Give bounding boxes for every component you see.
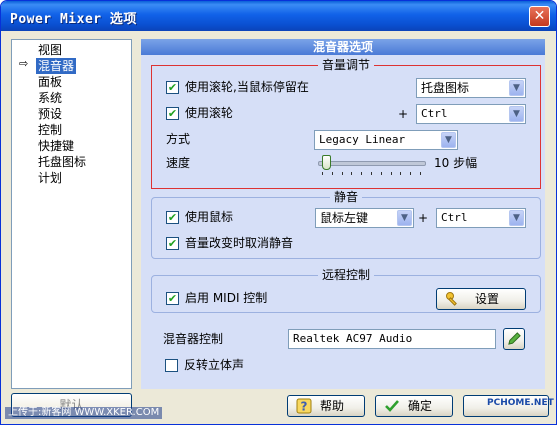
mute-group: 静音 ✔ 使用鼠标 鼠标左键 ▼ + Ctrl ▼ ✔ 音量改变时取消静音 xyxy=(151,190,541,259)
slider-tick xyxy=(400,172,402,175)
mouse-button-select[interactable]: 鼠标左键 ▼ xyxy=(315,208,414,228)
chevron-down-icon: ▼ xyxy=(441,132,456,148)
slider-tick xyxy=(322,172,323,175)
wheel-modifier-select[interactable]: Ctrl ▼ xyxy=(416,104,526,124)
wheel-checkbox[interactable]: ✔ xyxy=(166,107,179,120)
mouse-modifier-select[interactable]: Ctrl ▼ xyxy=(436,208,526,228)
mixer-control-field[interactable]: Realtek AC97 Audio xyxy=(288,329,496,349)
slider-tick xyxy=(371,172,372,175)
nav-item-hotkeys[interactable]: 快捷键 xyxy=(36,138,76,154)
nav-item-panel[interactable]: 面板 xyxy=(36,74,64,90)
midi-checkbox[interactable]: ✔ xyxy=(166,292,179,305)
volume-group-legend: 音量调节 xyxy=(317,58,374,72)
mode-label: 方式 xyxy=(166,132,191,146)
slider-tick xyxy=(420,172,421,175)
mixer-control-value: Realtek AC97 Audio xyxy=(293,332,413,345)
wheel-modifier-value: Ctrl xyxy=(421,107,448,120)
chevron-down-icon: ▼ xyxy=(509,80,524,96)
mute-group-legend: 静音 xyxy=(329,190,362,204)
wheel-hover-target-select[interactable]: 托盘图标 ▼ xyxy=(416,78,526,98)
slider-tick xyxy=(390,172,392,175)
wheel-hover-label: 使用滚轮,当鼠标停留在 xyxy=(185,80,309,94)
site-watermark: PCHOME.NET xyxy=(487,398,554,408)
nav-item-mixer[interactable]: 混音器 xyxy=(36,58,77,74)
slider-tick xyxy=(331,172,333,175)
nav-item-system[interactable]: 系统 xyxy=(36,90,64,106)
volume-group: 音量调节 ✔ 使用滚轮,当鼠标停留在 托盘图标 ▼ ✔ 使用滚轮 + Ctrl … xyxy=(151,58,541,189)
panel-title: 混音器选项 xyxy=(141,39,545,55)
slider-tick xyxy=(361,172,363,175)
plus-sign: + xyxy=(398,107,409,121)
unmute-on-change-checkbox[interactable]: ✔ xyxy=(166,237,179,250)
window-title: Power Mixer 选项 xyxy=(10,12,137,27)
wheel-hover-target-value: 托盘图标 xyxy=(421,81,470,95)
unmute-on-change-label: 音量改变时取消静音 xyxy=(185,236,294,250)
reverse-stereo-label: 反转立体声 xyxy=(184,358,245,372)
chevron-down-icon: ▼ xyxy=(397,210,412,226)
edit-mixer-button[interactable] xyxy=(503,328,525,350)
ok-button[interactable]: 确定 xyxy=(375,395,453,417)
speed-slider-track[interactable] xyxy=(318,161,426,166)
mouse-button-value: 鼠标左键 xyxy=(320,211,369,225)
help-button[interactable]: ? 帮助 xyxy=(287,395,365,417)
slider-tick xyxy=(341,172,343,175)
speed-label: 速度 xyxy=(166,156,191,170)
close-button[interactable]: ✕ xyxy=(529,6,550,27)
nav-item-presets[interactable]: 预设 xyxy=(36,106,64,122)
upload-watermark: 上传于:新客网 WWW.XKER.COM xyxy=(5,407,163,419)
mouse-modifier-value: Ctrl xyxy=(441,211,468,224)
mouse-mute-label: 使用鼠标 xyxy=(185,210,234,224)
slider-tick xyxy=(410,172,412,175)
remote-group-legend: 远程控制 xyxy=(317,268,374,282)
slider-tick xyxy=(351,172,353,175)
wheel-label: 使用滚轮 xyxy=(185,106,234,120)
slider-tick xyxy=(380,172,382,175)
nav-item-schedule[interactable]: 计划 xyxy=(36,170,64,186)
plus-sign: + xyxy=(418,211,429,225)
speed-value: 10 步幅 xyxy=(434,156,478,170)
ok-label: 确定 xyxy=(407,399,432,413)
reverse-stereo-checkbox[interactable] xyxy=(165,359,178,372)
category-list[interactable]: ⇨ 视图 混音器 面板 系统 预设 控制 快捷键 托盘图标 计划 xyxy=(11,39,132,389)
mouse-mute-checkbox[interactable]: ✔ xyxy=(166,211,179,224)
options-window: Power Mixer 选项 ✕ ⇨ 视图 混音器 面板 系统 预设 控制 快捷… xyxy=(0,0,557,425)
selection-arrow-icon: ⇨ xyxy=(19,57,29,70)
mixer-control-label: 混音器控制 xyxy=(163,332,224,346)
pencil-icon xyxy=(508,332,521,345)
mode-value: Legacy Linear xyxy=(319,133,406,146)
settings-label: 设置 xyxy=(474,292,499,306)
mixer-options-panel: 音量调节 ✔ 使用滚轮,当鼠标停留在 托盘图标 ▼ ✔ 使用滚轮 + Ctrl … xyxy=(141,55,545,389)
settings-button[interactable]: 设置 xyxy=(436,288,526,310)
nav-item-view[interactable]: 视图 xyxy=(36,42,64,58)
title-bar[interactable]: Power Mixer 选项 ✕ xyxy=(1,1,556,31)
midi-label: 启用 MIDI 控制 xyxy=(185,291,268,305)
mode-select[interactable]: Legacy Linear ▼ xyxy=(314,130,458,150)
speed-slider-thumb[interactable] xyxy=(322,155,332,170)
nav-item-tray-icon[interactable]: 托盘图标 xyxy=(36,154,88,170)
remote-group: 远程控制 ✔ 启用 MIDI 控制 设置 xyxy=(151,268,541,313)
chevron-down-icon: ▼ xyxy=(509,106,524,122)
help-label: 帮助 xyxy=(319,399,344,413)
chevron-down-icon: ▼ xyxy=(509,210,524,226)
nav-item-control[interactable]: 控制 xyxy=(36,122,64,138)
wheel-hover-checkbox[interactable]: ✔ xyxy=(166,81,179,94)
